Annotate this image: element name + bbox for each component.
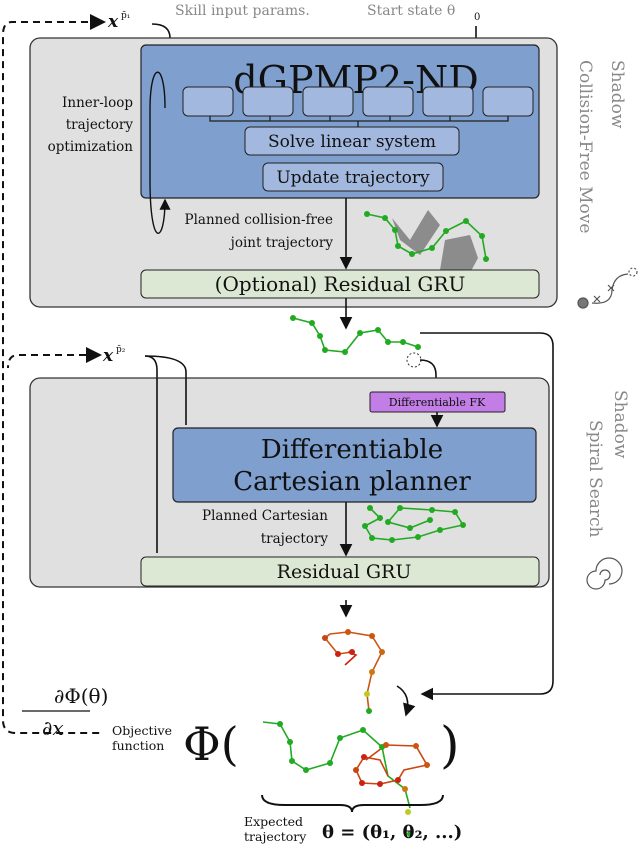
factor-box xyxy=(362,86,414,117)
phi-symbol: Φ( xyxy=(183,717,239,771)
x-p1-sup: p̄₁ xyxy=(121,11,130,21)
cartesian-planner-label-2: Cartesian planner xyxy=(233,467,471,497)
inner-loop-label-2: trajectory xyxy=(66,117,134,133)
factor-box xyxy=(482,86,534,117)
combine-arrow xyxy=(396,685,416,717)
gradient-numerator: ∂Φ(θ) xyxy=(54,684,108,708)
inner-loop-label-1: Inner-loop xyxy=(62,95,133,111)
factor-box xyxy=(422,86,474,117)
intermediate-trajectory-points xyxy=(290,315,421,355)
move-skill-icon xyxy=(577,267,638,309)
skill-input-label: Skill input params. xyxy=(175,3,310,19)
x-p2-sup: p̄₂ xyxy=(116,345,126,355)
side-label-shadow-1: Shadow xyxy=(607,60,627,129)
planned-cartesian-label-2: trajectory xyxy=(261,531,329,547)
gradient-feedback-line-2 xyxy=(7,354,98,369)
side-label-spiral-search: Spiral Search xyxy=(585,420,605,538)
start-state-sub: 0 xyxy=(474,12,480,23)
close-paren: ) xyxy=(440,716,460,774)
spiral-skill-icon xyxy=(586,557,623,590)
objective-label-1: Objective xyxy=(112,723,172,738)
expected-trajectory-curve xyxy=(262,721,411,809)
differentiable-fk-label: Differentiable FK xyxy=(389,396,486,409)
theta-equation: θ = (θ₁, θ₂, ...) xyxy=(322,822,462,843)
end-point-highlight xyxy=(406,352,422,368)
planned-joint-label-1: Planned collision-free xyxy=(185,212,333,228)
gradient-denominator: ∂x xyxy=(42,716,64,740)
side-label-shadow-2: Shadow xyxy=(610,390,630,459)
diagram-canvas: Skill input params. Start state θ 0 x p̄… xyxy=(1,3,638,844)
objective-label-2: function xyxy=(112,738,164,753)
factor-box xyxy=(182,86,234,117)
optional-residual-gru-label: (Optional) Residual GRU xyxy=(215,272,466,296)
expected-label-2: trajectory xyxy=(244,829,307,844)
factor-box xyxy=(242,86,294,117)
inner-loop-label-3: optimization xyxy=(48,139,134,155)
expected-label-1: Expected xyxy=(244,814,303,829)
x-p2-label: x xyxy=(102,346,114,366)
planned-joint-label-2: joint trajectory xyxy=(229,235,334,251)
solve-linear-system-label: Solve linear system xyxy=(268,132,436,152)
start-state-label: Start state θ xyxy=(367,3,455,19)
cartesian-planner-label-1: Differentiable xyxy=(261,435,443,465)
planned-cartesian-label-1: Planned Cartesian xyxy=(202,508,328,524)
side-label-collision-free-move: Collision-Free Move xyxy=(575,60,595,233)
underbrace xyxy=(261,794,444,813)
factor-box xyxy=(302,86,354,117)
x-p1-label: x xyxy=(107,12,119,32)
diagram: Skill input params. Start state θ 0 x p̄… xyxy=(0,0,640,845)
residual-gru-label: Residual GRU xyxy=(277,561,412,583)
update-trajectory-label: Update trajectory xyxy=(276,168,430,188)
